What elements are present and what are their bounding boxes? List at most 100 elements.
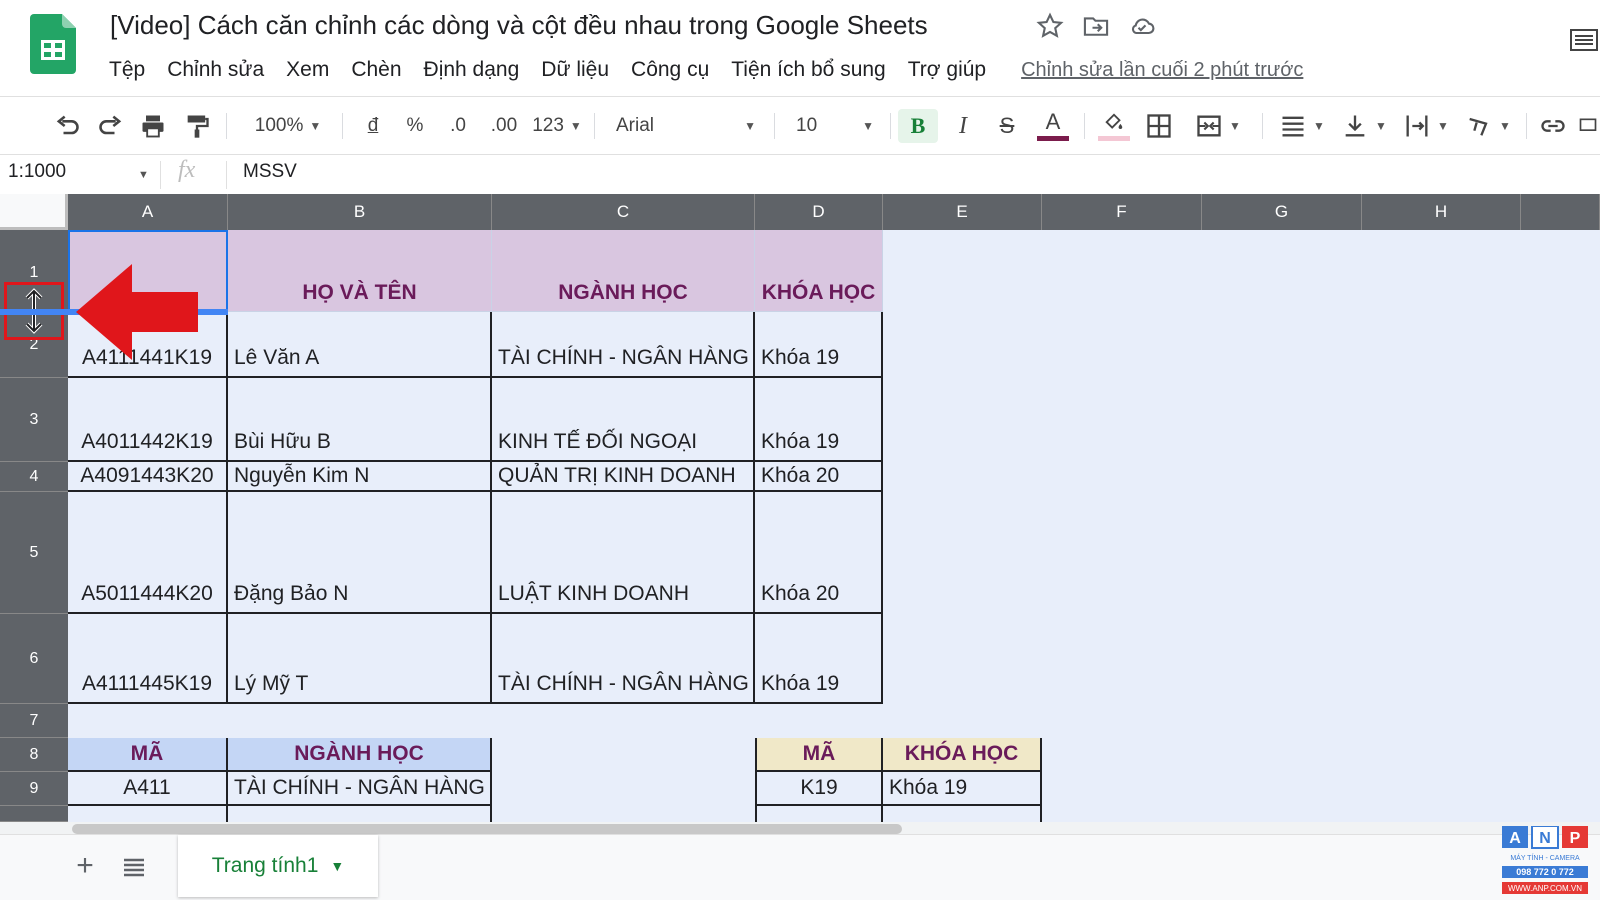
cell-d5[interactable]: Khóa 20 — [755, 492, 883, 614]
font-family-select[interactable]: Arial ▼ — [610, 109, 762, 143]
cell-b9[interactable]: TÀI CHÍNH - NGÂN HÀNG — [228, 772, 492, 806]
insert-comment-icon[interactable] — [1578, 109, 1598, 143]
cell-e8[interactable]: KHÓA HỌC — [883, 738, 1042, 772]
cell-a9[interactable]: A411 — [68, 772, 228, 806]
bold-button[interactable]: B — [898, 109, 938, 143]
menu-help[interactable]: Trợ giúp — [897, 58, 997, 82]
row-header-10[interactable] — [0, 806, 68, 822]
more-formats-button[interactable]: 123 ▼ — [530, 109, 584, 143]
cell-a6[interactable]: A4111445K19 — [68, 614, 228, 704]
cell-b6[interactable]: Lý Mỹ T — [228, 614, 492, 704]
cell-a4[interactable]: A4091443K20 — [68, 462, 228, 492]
select-all-corner[interactable] — [0, 194, 68, 230]
text-rotation-icon[interactable]: ▼ — [1462, 109, 1514, 143]
horizontal-scrollbar-thumb[interactable] — [72, 824, 902, 834]
row-header-4[interactable]: 4 — [0, 462, 68, 492]
column-header-h[interactable]: H — [1362, 194, 1521, 230]
cell-d8[interactable]: MÃ — [755, 738, 883, 772]
move-folder-icon[interactable] — [1082, 12, 1110, 40]
cell-b8[interactable]: NGÀNH HỌC — [228, 738, 492, 772]
undo-icon[interactable] — [50, 109, 84, 143]
chevron-down-icon[interactable]: ▼ — [138, 169, 149, 181]
column-header-c[interactable]: C — [492, 194, 755, 230]
row-header-8[interactable]: 8 — [0, 738, 68, 772]
row-header-6[interactable]: 6 — [0, 614, 68, 704]
column-header-i[interactable] — [1521, 194, 1600, 230]
name-box[interactable]: 1:1000 — [8, 161, 66, 183]
menu-insert[interactable]: Chèn — [340, 58, 412, 82]
cell-e10[interactable] — [883, 806, 1042, 822]
cell-b5[interactable]: Đặng Bảo N — [228, 492, 492, 614]
menu-format[interactable]: Định dạng — [413, 58, 531, 82]
spreadsheet-grid[interactable]: A B C D E F G H 1 2 3 4 5 6 7 8 9 HỌ VÀ … — [0, 194, 1600, 822]
fill-color-icon[interactable] — [1096, 109, 1132, 143]
cell-b3[interactable]: Bùi Hữu B — [228, 378, 492, 462]
menu-view[interactable]: Xem — [275, 58, 340, 82]
side-panel-icon[interactable] — [1568, 24, 1598, 54]
cell-c3[interactable]: KINH TẾ ĐỐI NGOẠI — [492, 378, 755, 462]
borders-icon[interactable] — [1142, 109, 1176, 143]
insert-link-icon[interactable] — [1536, 109, 1570, 143]
cell-d6[interactable]: Khóa 19 — [755, 614, 883, 704]
increase-decimal-button[interactable]: .00 — [484, 109, 524, 143]
cell-d3[interactable]: Khóa 19 — [755, 378, 883, 462]
cell-a5[interactable]: A5011444K20 — [68, 492, 228, 614]
column-header-g[interactable]: G — [1202, 194, 1362, 230]
zoom-select[interactable]: 100% ▼ — [244, 109, 332, 143]
print-icon[interactable] — [136, 109, 170, 143]
text-wrapping-icon[interactable]: ▼ — [1400, 109, 1452, 143]
menu-data[interactable]: Dữ liệu — [530, 58, 620, 82]
column-header-f[interactable]: F — [1042, 194, 1202, 230]
italic-button[interactable]: I — [946, 109, 980, 143]
vertical-align-icon[interactable]: ▼ — [1338, 109, 1390, 143]
cell-e9[interactable]: Khóa 19 — [883, 772, 1042, 806]
menu-file[interactable]: Tệp — [98, 58, 156, 82]
formula-input[interactable]: MSSV — [243, 161, 297, 183]
cell-c6[interactable]: TÀI CHÍNH - NGÂN HÀNG — [492, 614, 755, 704]
cell-a10[interactable] — [68, 806, 228, 822]
cell-b4[interactable]: Nguyễn Kim N — [228, 462, 492, 492]
cell-c2[interactable]: TÀI CHÍNH - NGÂN HÀNG — [492, 312, 755, 378]
sheets-logo-icon[interactable] — [30, 14, 76, 74]
paint-format-icon[interactable] — [180, 109, 214, 143]
decrease-decimal-button[interactable]: .0 — [440, 109, 476, 143]
cloud-status-icon[interactable] — [1128, 12, 1156, 40]
menu-tools[interactable]: Công cụ — [620, 58, 720, 82]
cell-c1[interactable]: NGÀNH HỌC — [492, 230, 755, 312]
star-icon[interactable] — [1036, 12, 1064, 40]
document-title[interactable]: [Video] Cách căn chỉnh các dòng và cột đ… — [110, 10, 928, 41]
cell-b1[interactable]: HỌ VÀ TÊN — [228, 230, 492, 312]
menu-addons[interactable]: Tiện ích bổ sung — [720, 58, 897, 82]
horizontal-align-icon[interactable]: ▼ — [1276, 109, 1328, 143]
row-header-5[interactable]: 5 — [0, 492, 68, 614]
percent-format-button[interactable]: % — [400, 109, 430, 143]
currency-format-button[interactable]: đ — [358, 109, 388, 143]
sheet-tab-active[interactable]: Trang tính1 ▼ — [178, 835, 378, 897]
cell-d2[interactable]: Khóa 19 — [755, 312, 883, 378]
cell-a3[interactable]: A4011442K19 — [68, 378, 228, 462]
all-sheets-icon[interactable] — [120, 853, 148, 881]
cell-d9[interactable]: K19 — [755, 772, 883, 806]
column-header-b[interactable]: B — [228, 194, 492, 230]
row-header-3[interactable]: 3 — [0, 378, 68, 462]
cell-c4[interactable]: QUẢN TRỊ KINH DOANH — [492, 462, 755, 492]
merge-cells-icon[interactable]: ▼ — [1188, 109, 1248, 143]
cell-a8[interactable]: MÃ — [68, 738, 228, 772]
add-sheet-icon[interactable]: + — [70, 849, 100, 882]
redo-icon[interactable] — [94, 109, 128, 143]
cell-d10[interactable] — [755, 806, 883, 822]
strikethrough-button[interactable]: S — [990, 109, 1024, 143]
last-edit-link[interactable]: Chỉnh sửa lần cuối 2 phút trước — [1021, 59, 1303, 82]
menu-edit[interactable]: Chỉnh sửa — [156, 58, 275, 82]
cell-d4[interactable]: Khóa 20 — [755, 462, 883, 492]
column-header-a[interactable]: A — [68, 194, 228, 230]
cell-c5[interactable]: LUẬT KINH DOANH — [492, 492, 755, 614]
cell-d1[interactable]: KHÓA HỌC — [755, 230, 883, 312]
cell-b2[interactable]: Lê Văn A — [228, 312, 492, 378]
column-header-e[interactable]: E — [883, 194, 1042, 230]
column-header-d[interactable]: D — [755, 194, 883, 230]
font-size-select[interactable]: 10 ▼ — [790, 109, 880, 143]
text-color-button[interactable]: A — [1034, 109, 1072, 143]
row-header-9[interactable]: 9 — [0, 772, 68, 806]
row-header-7[interactable]: 7 — [0, 704, 68, 738]
